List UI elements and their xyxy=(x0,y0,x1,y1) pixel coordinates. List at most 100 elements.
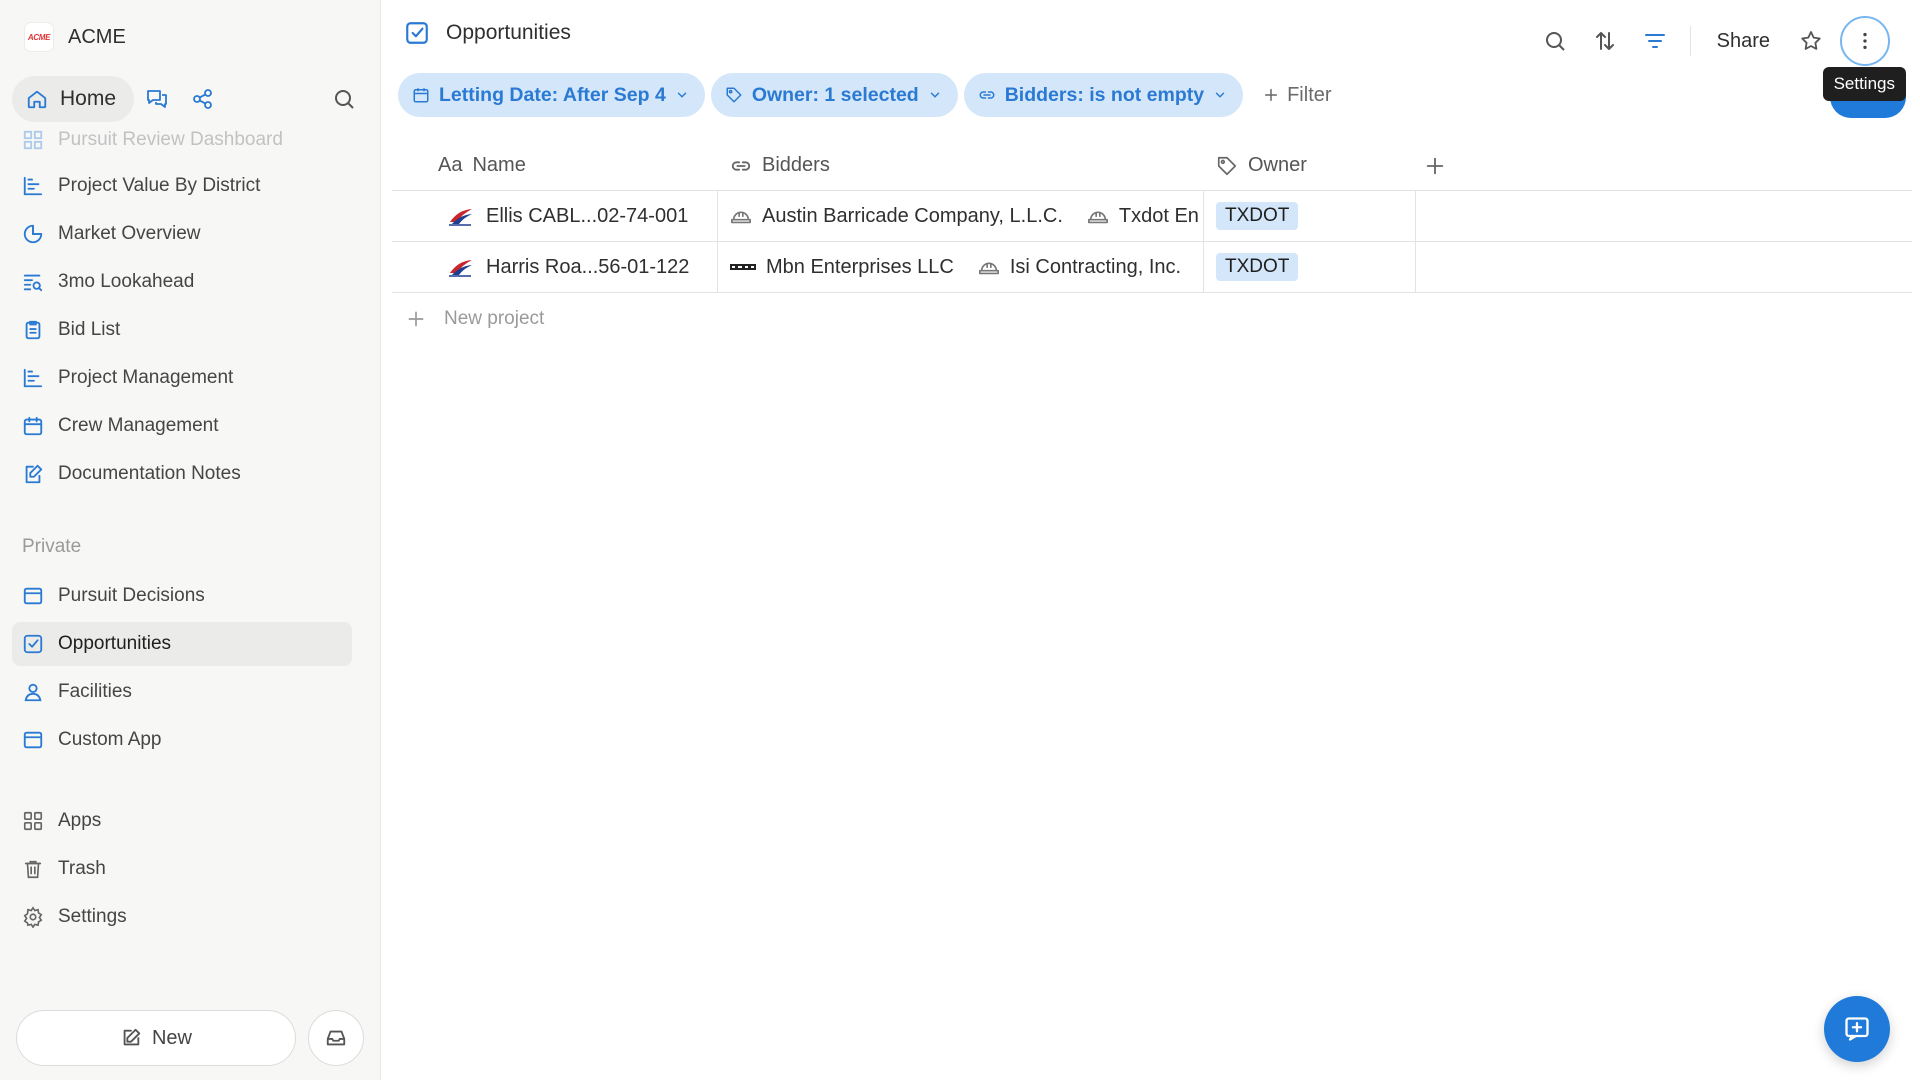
bidder-link[interactable]: Austin Barricade Company, L.L.C. xyxy=(730,205,1063,228)
inbox-icon xyxy=(325,1027,347,1049)
sidebar-item-documentation-notes[interactable]: Documentation Notes xyxy=(12,452,352,496)
clipboard-icon xyxy=(22,319,44,341)
sidebar-item-label: Crew Management xyxy=(58,415,219,436)
sidebar-item-label: Opportunities xyxy=(58,633,172,654)
filter-chip-label: Owner: 1 selected xyxy=(751,83,919,106)
calendar-icon xyxy=(412,86,430,104)
sidebar-item-label: Project Management xyxy=(58,367,234,388)
more-vertical-icon xyxy=(1854,30,1876,52)
add-filter-button[interactable]: Filter xyxy=(1249,73,1345,117)
column-header-owner[interactable]: Owner xyxy=(1204,141,1416,191)
sidebar-item-opportunities[interactable]: Opportunities xyxy=(12,622,352,666)
sidebar-item-facilities[interactable]: Facilities xyxy=(12,670,352,714)
add-column-button[interactable] xyxy=(1416,141,1446,191)
sidebar-item-label: Trash xyxy=(58,858,106,879)
sidebar-item-label: Bid List xyxy=(58,319,121,340)
share-button[interactable]: Share xyxy=(1701,30,1786,53)
footer-nav: Apps Trash Settings xyxy=(12,799,352,943)
chat-fab-button[interactable] xyxy=(1824,996,1890,1062)
filter-lines-icon[interactable] xyxy=(1630,19,1680,63)
private-section-label: Private xyxy=(22,536,82,557)
workspace-name: ACME xyxy=(68,25,126,48)
settings-tooltip: Settings xyxy=(1822,67,1906,101)
project-logo-icon xyxy=(448,257,474,277)
pie-chart-icon xyxy=(22,223,44,245)
checkbox-icon xyxy=(22,633,44,655)
sidebar-item-label: Facilities xyxy=(58,681,132,702)
table-row[interactable]: Ellis CABL...02-74-001 Austin Barricade … xyxy=(392,190,1912,242)
plus-icon xyxy=(406,309,426,329)
new-page-button[interactable]: New xyxy=(16,1010,296,1066)
compose-icon xyxy=(120,1027,142,1049)
sidebar-item-label: Documentation Notes xyxy=(58,463,241,484)
sidebar-item-trash[interactable]: Trash xyxy=(12,847,352,891)
edit-note-icon xyxy=(22,463,44,485)
inbox-button[interactable] xyxy=(308,1010,364,1066)
toolbar-divider xyxy=(1689,26,1691,56)
filter-chip-letting-date[interactable]: Letting Date: After Sep 4 xyxy=(398,73,705,117)
column-header-bidders[interactable]: Bidders xyxy=(718,141,1204,191)
sidebar-item-pursuit-decisions[interactable]: Pursuit Decisions xyxy=(12,574,352,618)
sidebar-item-crew-management[interactable]: Crew Management xyxy=(12,404,352,448)
window-icon xyxy=(22,729,44,751)
sidebar-item-custom-app[interactable]: Custom App xyxy=(12,718,352,762)
sort-icon[interactable] xyxy=(1580,19,1630,63)
apps-grid-icon xyxy=(22,810,44,832)
search-icon[interactable] xyxy=(321,76,367,122)
project-name: Harris Roa...56-01-122 xyxy=(486,255,690,278)
owner-cell[interactable]: TXDOT xyxy=(1204,241,1416,293)
sidebar-item-label: Custom App xyxy=(58,729,162,750)
project-logo-icon xyxy=(448,206,474,226)
page-header: Opportunities xyxy=(404,20,571,46)
name-cell[interactable]: Harris Roa...56-01-122 xyxy=(392,241,718,293)
page-title: Opportunities xyxy=(446,21,571,44)
search-icon[interactable] xyxy=(1530,19,1580,63)
plus-icon xyxy=(1263,87,1279,103)
new-project-button[interactable]: New project xyxy=(392,293,1912,345)
sidebar-item-3mo-lookahead[interactable]: 3mo Lookahead xyxy=(12,260,352,304)
owner-cell[interactable]: TXDOT xyxy=(1204,190,1416,242)
home-button[interactable]: Home xyxy=(12,76,135,122)
sidebar-item-label: Pursuit Decisions xyxy=(58,585,205,606)
bidders-cell[interactable]: Mbn Enterprises LLC Isi Contracting, Inc… xyxy=(718,241,1204,293)
owner-tag[interactable]: TXDOT xyxy=(1216,202,1299,230)
filter-chip-owner[interactable]: Owner: 1 selected xyxy=(710,73,958,117)
tag-icon xyxy=(725,86,743,104)
owner-tag[interactable]: TXDOT xyxy=(1216,253,1299,281)
sidebar-item-bid-list[interactable]: Bid List xyxy=(12,308,352,352)
bidder-link[interactable]: Mbn Enterprises LLC xyxy=(730,256,954,279)
sidebar-item-pursuit-review-dashboard[interactable]: Pursuit Review Dashboard xyxy=(12,120,352,160)
chat-icon[interactable] xyxy=(134,76,180,122)
private-nav: Pursuit Decisions Opportunities Faciliti… xyxy=(12,574,352,766)
gear-icon xyxy=(22,906,44,928)
bidders-cell[interactable]: Austin Barricade Company, L.L.C. Txdot E… xyxy=(718,190,1204,242)
more-options-button[interactable] xyxy=(1840,16,1890,66)
chevron-down-icon xyxy=(928,88,942,102)
bidder-link[interactable]: Isi Contracting, Inc. xyxy=(978,256,1181,279)
chevron-down-icon xyxy=(1213,88,1227,102)
bidder-link[interactable]: Txdot En xyxy=(1087,205,1199,228)
sidebar-item-settings[interactable]: Settings xyxy=(12,895,352,939)
sidebar-nav: Pursuit Review Dashboard Project Value B… xyxy=(12,124,352,500)
link-icon xyxy=(978,86,996,104)
star-icon[interactable] xyxy=(1786,19,1836,63)
home-icon xyxy=(26,88,48,110)
bidder-name: Txdot En xyxy=(1118,204,1199,227)
list-search-icon xyxy=(22,271,44,293)
checkbox-icon xyxy=(404,20,430,46)
message-plus-icon xyxy=(1843,1015,1871,1043)
sidebar-item-apps[interactable]: Apps xyxy=(12,799,352,843)
sidebar-item-market-overview[interactable]: Market Overview xyxy=(12,212,352,256)
bidder-name: Isi Contracting, Inc. xyxy=(1009,255,1182,278)
table-row[interactable]: Harris Roa...56-01-122 Mbn Enterprises L… xyxy=(392,241,1912,293)
filter-chip-bidders[interactable]: Bidders: is not empty xyxy=(963,73,1244,117)
sidebar-item-project-value-by-district[interactable]: Project Value By District xyxy=(12,164,352,208)
hard-hat-icon xyxy=(730,205,752,227)
sidebar-item-project-management[interactable]: Project Management xyxy=(12,356,352,400)
column-header-name[interactable]: Aa Name xyxy=(392,141,718,191)
name-cell[interactable]: Ellis CABL...02-74-001 xyxy=(392,190,718,242)
workspace-switcher[interactable]: ACME ACME xyxy=(24,22,126,52)
dashboard-icon xyxy=(22,129,44,151)
bidder-name: Mbn Enterprises LLC xyxy=(766,255,954,278)
graph-icon[interactable] xyxy=(180,76,226,122)
